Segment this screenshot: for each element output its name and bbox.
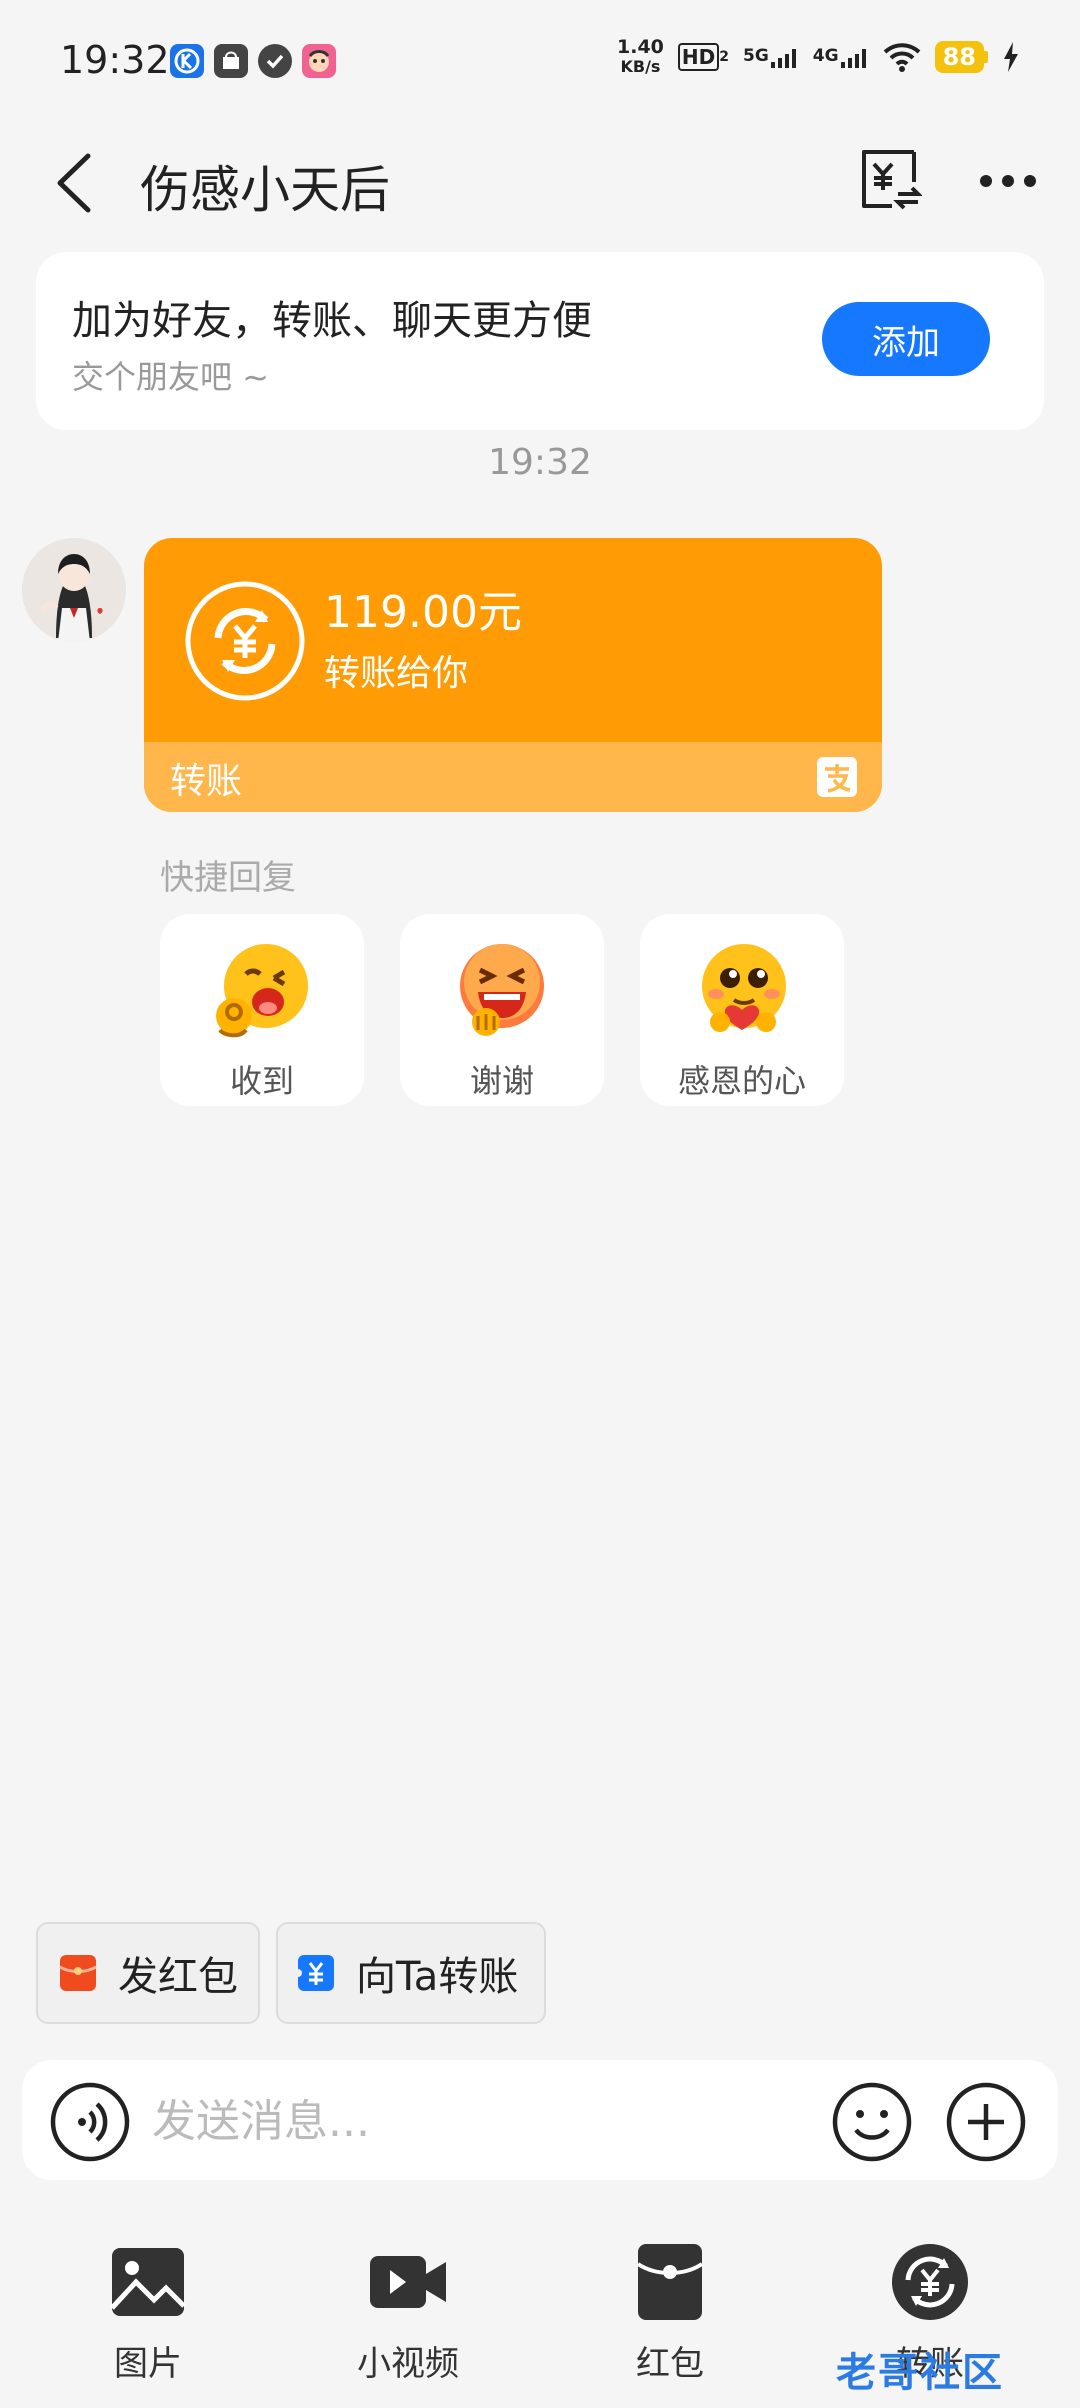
- transfer-message-card[interactable]: 119.00元 转账给你 转账: [144, 538, 882, 812]
- yuan-cycle-icon: [185, 581, 305, 701]
- send-red-packet-button[interactable]: 发红包: [36, 1922, 260, 2024]
- transfer-amount: 119.00元: [324, 587, 522, 638]
- yuan-exchange-icon: [862, 150, 923, 210]
- quick-reply-label: 谢谢: [469, 1062, 534, 1100]
- bag-app-icon: [214, 44, 248, 78]
- k-app-icon: [170, 44, 204, 78]
- thanks-emoji-icon: [460, 944, 544, 1036]
- red-packet-icon: [636, 2244, 704, 2320]
- quick-reply-label: 感恩的心: [677, 1062, 806, 1100]
- voice-icon: [50, 2082, 130, 2162]
- transfer-to-label: 向Ta转账: [356, 1954, 519, 2000]
- transfer-subtitle: 转账给你: [324, 653, 469, 694]
- watermark: 老哥社区: [836, 2350, 1004, 2396]
- chevron-left-icon: [57, 153, 91, 213]
- voice-button[interactable]: [50, 2082, 130, 2162]
- back-button[interactable]: [50, 148, 110, 218]
- smile-icon: [832, 2082, 912, 2162]
- banner-subtitle: 交个朋友吧 ~: [72, 358, 269, 396]
- banner-title: 加为好友，转账、聊天更方便: [72, 298, 592, 344]
- page-title: 伤感小天后: [140, 161, 390, 219]
- toolbar-image[interactable]: 图片: [68, 2242, 228, 2384]
- transfer-card-footer: 转账: [144, 742, 882, 812]
- add-friend-banner: 加为好友，转账、聊天更方便 交个朋友吧 ~ 添加: [36, 252, 1044, 430]
- toolbar-label: 小视频: [357, 2344, 459, 2384]
- battery-icon: 88: [934, 41, 988, 73]
- quick-reply-grateful[interactable]: 感恩的心: [640, 914, 844, 1106]
- net-speed: 1.40 KB/s: [617, 36, 664, 77]
- add-friend-button[interactable]: 添加: [822, 302, 990, 376]
- quick-reply-thanks[interactable]: 谢谢: [400, 914, 604, 1106]
- message-input[interactable]: [150, 2078, 814, 2164]
- avatar-girl-icon: [22, 538, 126, 642]
- hd-indicator: HD 2: [677, 43, 729, 71]
- quick-reply-received[interactable]: 收到: [160, 914, 364, 1106]
- transfer-to-button[interactable]: 向Ta转账: [276, 1922, 546, 2024]
- chat-timestamp: 19:32: [488, 442, 592, 483]
- avatar[interactable]: [22, 538, 126, 642]
- grateful-emoji-icon: [702, 944, 786, 1032]
- signal-4g-icon: 4G: [813, 46, 869, 68]
- send-red-packet-label: 发红包: [118, 1954, 238, 2000]
- toolbar-red-packet[interactable]: 红包: [590, 2242, 750, 2384]
- plus-icon: [946, 2082, 1026, 2162]
- face-app-icon: [302, 44, 336, 78]
- signal-5g-icon: 5G: [743, 46, 799, 68]
- emoji-button[interactable]: [832, 2082, 912, 2162]
- toolbar-label: 图片: [114, 2344, 182, 2384]
- video-icon: [370, 2256, 446, 2308]
- image-icon: [110, 2248, 186, 2316]
- status-time: 19:32: [60, 38, 170, 82]
- more-button[interactable]: [978, 166, 1038, 196]
- quick-reply-title: 快捷回复: [160, 858, 296, 898]
- charging-icon: [1004, 42, 1018, 72]
- check-app-icon: [258, 44, 292, 78]
- transfer-card-body: 119.00元 转账给你: [144, 538, 882, 742]
- transfer-ticket-icon: [296, 1955, 334, 1991]
- quick-reply-label: 收到: [229, 1062, 294, 1100]
- status-bar: 19:32 1.40 KB/s HD 2 5G 4G 88: [0, 0, 1080, 120]
- more-icon: [980, 175, 1036, 187]
- wifi-icon: [883, 43, 920, 72]
- toolbar-video[interactable]: 小视频: [328, 2242, 488, 2384]
- transfer-records-button[interactable]: [856, 146, 923, 212]
- transfer-card-label: 转账: [170, 761, 243, 802]
- transfer-icon: [892, 2244, 968, 2320]
- ok-emoji-icon: [216, 944, 308, 1038]
- alipay-icon: [817, 757, 857, 797]
- toolbar-label: 红包: [636, 2344, 704, 2384]
- red-packet-icon: [59, 1955, 97, 1991]
- status-indicators: 1.40 KB/s HD 2 5G 4G 88: [617, 38, 1020, 76]
- message-input-bar: [22, 2060, 1058, 2180]
- battery-level: 88: [934, 41, 984, 73]
- more-actions-button[interactable]: [946, 2082, 1026, 2162]
